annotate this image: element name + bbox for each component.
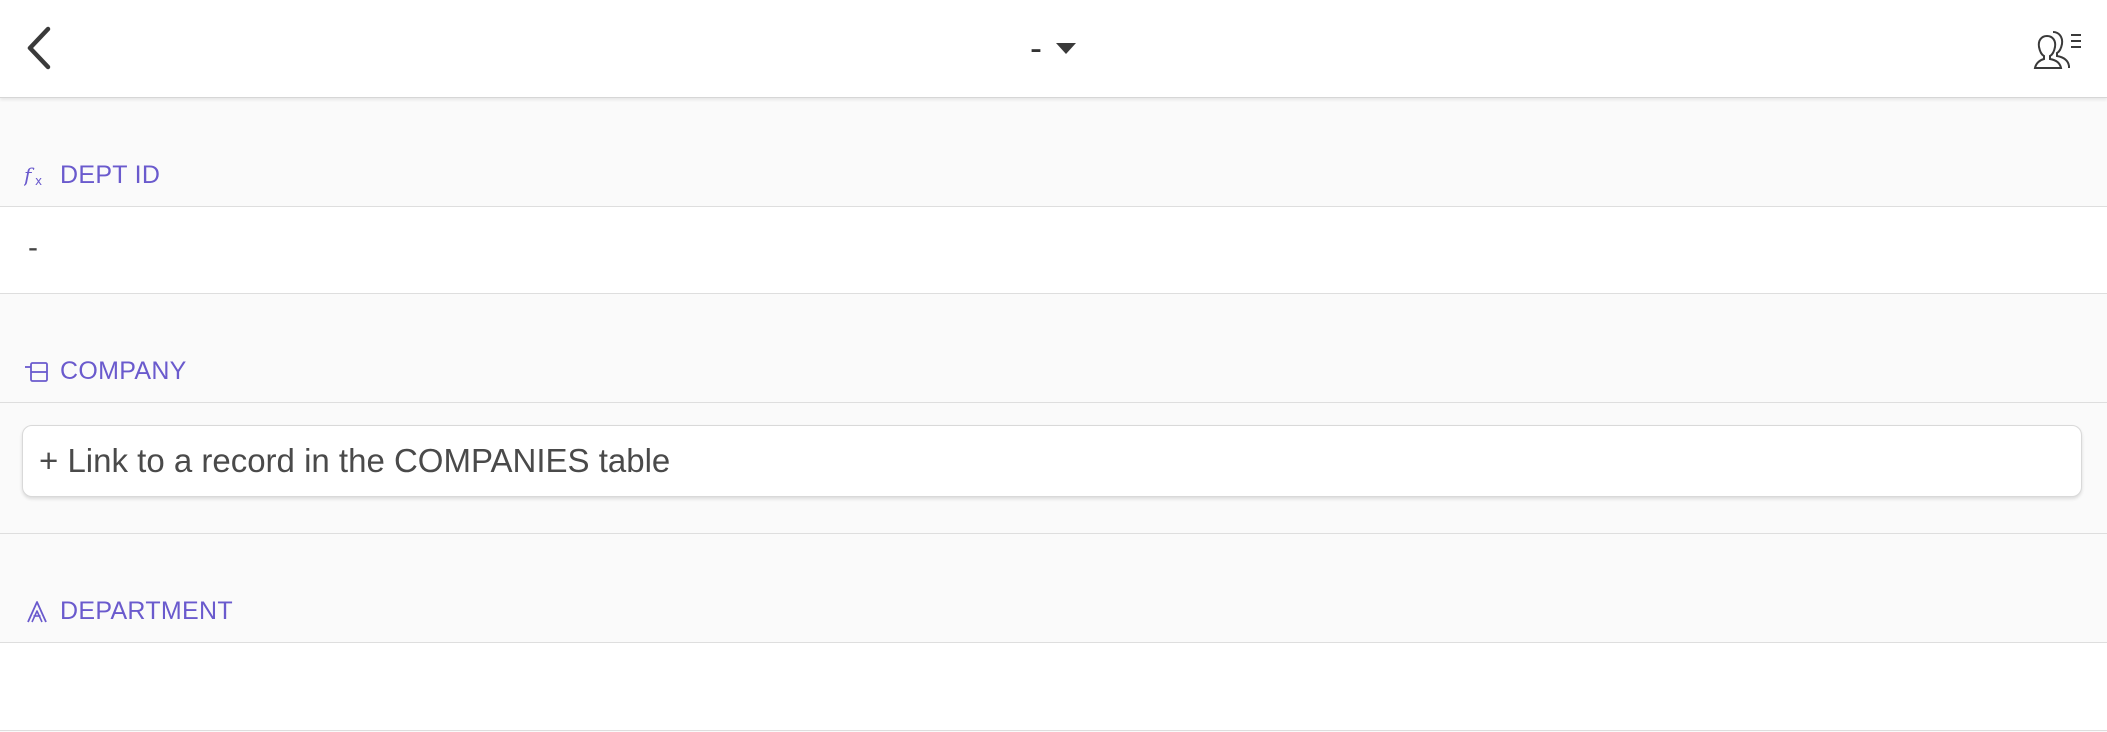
field-value-department[interactable] bbox=[0, 643, 2107, 731]
linked-record-icon bbox=[24, 359, 50, 385]
record-detail-screen: - f x DEPT ID - COMPANY + Link to a reco… bbox=[0, 0, 2107, 732]
link-record-button[interactable]: + Link to a record in the COMPANIES tabl… bbox=[22, 425, 2082, 497]
collaborators-button[interactable] bbox=[2030, 20, 2086, 76]
collaborators-list-icon bbox=[2033, 31, 2081, 69]
field-header-company: COMPANY bbox=[0, 294, 2107, 403]
dept-id-value: - bbox=[28, 231, 38, 264]
field-header-department: DEPARTMENT bbox=[0, 534, 2107, 643]
record-title-selector[interactable]: - bbox=[1030, 22, 1076, 74]
field-header-dept-id: f x DEPT ID bbox=[0, 97, 2107, 207]
field-value-company: + Link to a record in the COMPANIES tabl… bbox=[0, 403, 2107, 534]
text-field-icon bbox=[24, 599, 50, 625]
back-button[interactable] bbox=[14, 20, 64, 76]
field-value-dept-id: - bbox=[0, 207, 2107, 294]
chevron-left-icon bbox=[27, 26, 51, 70]
caret-down-icon bbox=[1056, 43, 1076, 54]
field-label-dept-id: DEPT ID bbox=[60, 161, 161, 189]
field-label-department: DEPARTMENT bbox=[60, 597, 233, 625]
top-navigation-bar: - bbox=[0, 0, 2107, 98]
record-title: - bbox=[1030, 27, 1042, 68]
svg-text:f: f bbox=[24, 163, 35, 187]
svg-text:x: x bbox=[35, 174, 42, 188]
field-label-company: COMPANY bbox=[60, 357, 187, 385]
formula-icon: f x bbox=[24, 163, 50, 189]
